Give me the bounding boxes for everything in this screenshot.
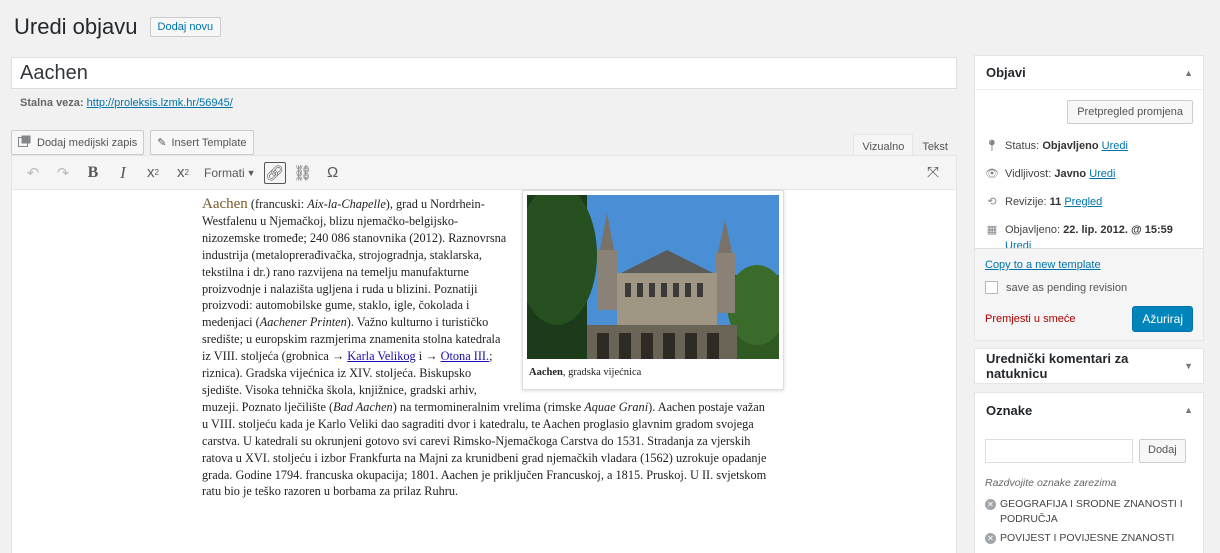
page-header: Uredi objavu Dodaj novu [14, 14, 222, 40]
add-media-button[interactable]: Dodaj medijski zapis [11, 130, 145, 155]
link-karlo-veliki[interactable]: Karla Velikog [347, 349, 415, 363]
tags-title: Oznake [986, 402, 1033, 418]
special-character-icon[interactable]: Ω [320, 160, 346, 186]
format-label: Formati [204, 165, 245, 180]
publish-footer: Copy to a new template save as pending r… [975, 248, 1203, 340]
superscript-icon[interactable]: x2 [140, 160, 166, 186]
update-button[interactable]: Ažuriraj [1132, 306, 1193, 332]
tag-input-row: Dodaj [985, 439, 1193, 463]
publish-box-header[interactable]: Objavi ▲ [975, 56, 1203, 90]
italic-icon[interactable]: I [110, 160, 136, 186]
bold-icon[interactable]: B [80, 160, 106, 186]
pencil-icon: ✎ [157, 137, 167, 149]
collapse-up-icon[interactable]: ▲ [1184, 405, 1193, 415]
editor-comments-box: Urednički komentari za natuknicu ▼ [974, 348, 1204, 384]
copy-template-link[interactable]: Copy to a new template [985, 259, 1101, 271]
content-editor[interactable]: ↶ ↷ B I x2 x2 Formati ▼ 🔗︎ ⛓︎ Ω ⤧ Aachen… [11, 155, 957, 553]
town-hall-image [527, 195, 779, 359]
edit-visibility-link[interactable]: Uredi [1089, 168, 1115, 180]
editor-toolbar: ↶ ↷ B I x2 x2 Formati ▼ 🔗︎ ⛓︎ Ω ⤧ [12, 156, 956, 190]
tag-hint: Razdvojite oznake zarezima [985, 477, 1117, 489]
permalink: Stalna veza: http://proleksis.lzmk.hr/56… [20, 97, 233, 109]
add-media-label: Dodaj medijski zapis [37, 136, 138, 149]
media-buttons: Dodaj medijski zapis ✎ Insert Template [11, 130, 254, 155]
fullscreen-icon[interactable]: ⤧ [920, 160, 946, 186]
add-tag-button[interactable]: Dodaj [1139, 439, 1186, 463]
permalink-link[interactable]: http://proleksis.lzmk.hr/56945/ [87, 97, 233, 109]
redo-icon[interactable]: ↷ [50, 160, 76, 186]
tag-input[interactable] [985, 439, 1133, 463]
add-new-button[interactable]: Dodaj novu [149, 17, 222, 37]
format-dropdown[interactable]: Formati ▼ [200, 166, 260, 180]
move-to-trash-link[interactable]: Premjesti u smeće [985, 313, 1075, 325]
preview-changes-button[interactable]: Pretpregled promjena [1067, 100, 1193, 124]
collapse-up-icon[interactable]: ▲ [1184, 68, 1193, 78]
article-content: Aachen, gradska vijećnica Aachen (francu… [202, 190, 784, 500]
pending-revision-label: save as pending revision [1006, 281, 1128, 294]
publish-title: Objavi [986, 65, 1026, 80]
remove-tag-icon[interactable]: ✕ [985, 499, 996, 510]
remove-tag-icon[interactable]: ✕ [985, 533, 996, 544]
pending-revision-checkbox[interactable] [985, 281, 998, 294]
subscript-icon[interactable]: x2 [170, 160, 196, 186]
tags-box: Oznake ▲ Dodaj Razdvojite oznake zarezim… [974, 392, 1204, 553]
editor-comments-header[interactable]: Urednički komentari za natuknicu ▼ [975, 349, 1203, 383]
insert-template-button[interactable]: ✎ Insert Template [150, 130, 254, 155]
pending-revision-option: save as pending revision [985, 281, 1193, 294]
article-headword: Aachen [202, 196, 248, 212]
unlink-icon[interactable]: ⛓︎ [290, 160, 316, 186]
tags-box-header[interactable]: Oznake ▲ [975, 393, 1203, 427]
tag-item: ✕ GEOGRAFIJA I SRODNE ZNANOSTI I PODRUČJ… [985, 497, 1193, 527]
link-icon[interactable]: 🔗︎ [263, 161, 286, 184]
undo-icon[interactable]: ↶ [20, 160, 46, 186]
link-oton-iii[interactable]: Otona III. [441, 349, 490, 363]
publish-box: Objavi ▲ Pretpregled promjena 📍︎ Status:… [974, 55, 1204, 341]
dropdown-arrow-icon: ▼ [246, 167, 256, 178]
image-caption: Aachen, gradska vijećnica [529, 367, 642, 378]
publish-actions: Premjesti u smeće Ažuriraj [985, 306, 1193, 332]
revisions-row: ⟲ Revizije: 11 Pregled [985, 188, 1193, 216]
media-icon [18, 135, 32, 150]
tag-item: ✕ POVIJEST I POVIJESNE ZNANOSTI [985, 531, 1193, 546]
visibility-row: 👁︎ Vidljivost: Javno Uredi [985, 168, 1116, 180]
tags-body: Dodaj Razdvojite oznake zarezima ✕ GEOGR… [975, 427, 1203, 553]
eye-icon: 👁︎ [985, 168, 999, 180]
post-title-input[interactable]: Aachen [11, 57, 957, 89]
permalink-label: Stalna veza: [20, 97, 84, 109]
publish-body: Pretpregled promjena 📍︎ Status: Objavlje… [975, 90, 1203, 270]
view-revisions-link[interactable]: Pregled [1064, 196, 1102, 208]
insert-template-label: Insert Template [171, 136, 247, 149]
editor-comments-title: Urednički komentari za natuknicu [986, 351, 1129, 381]
pin-icon: 📍︎ [985, 140, 999, 152]
image-figure[interactable]: Aachen, gradska vijećnica [522, 190, 784, 390]
history-icon: ⟲ [987, 196, 997, 208]
page-title: Uredi objavu [14, 14, 138, 39]
edit-status-link[interactable]: Uredi [1102, 140, 1128, 152]
collapse-down-icon[interactable]: ▼ [1184, 361, 1193, 371]
status-row: 📍︎ Status: Objavljeno Uredi [985, 140, 1128, 152]
calendar-icon: ▦ [986, 224, 998, 236]
